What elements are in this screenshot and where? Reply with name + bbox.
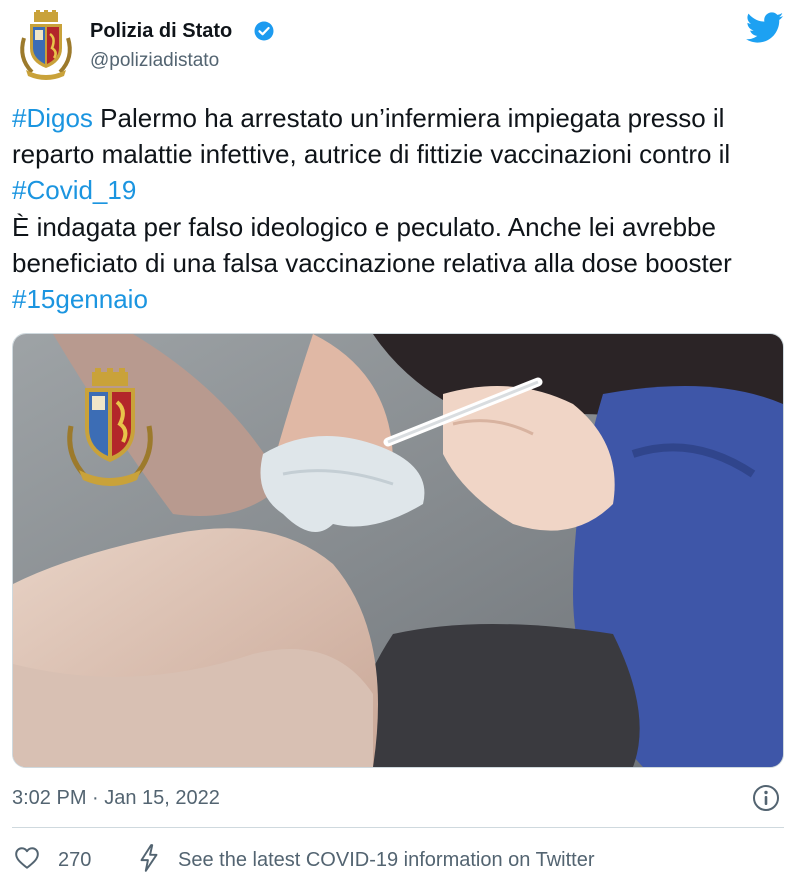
tweet-text-segment: È indagata per falso ideologico e pecula…: [12, 211, 732, 278]
twitter-bird-icon[interactable]: [745, 12, 784, 44]
tweet-timestamp[interactable]: 3:02 PM · Jan 15, 2022: [12, 785, 220, 811]
verified-badge-icon: [254, 21, 274, 41]
avatar[interactable]: [14, 8, 78, 80]
author-name[interactable]: Polizia di Stato: [90, 18, 232, 44]
polizia-crest-icon: [20, 10, 72, 80]
heart-icon[interactable]: [14, 845, 40, 871]
hashtag-15gennaio[interactable]: #15gennaio: [12, 284, 148, 314]
covid-info-link[interactable]: See the latest COVID-19 information on T…: [178, 847, 595, 873]
tweet-media-image[interactable]: [12, 333, 784, 768]
info-icon[interactable]: [752, 784, 780, 812]
tweet-text: #Digos Palermo ha arrestato un’infermier…: [12, 100, 792, 317]
author-handle[interactable]: @poliziadistato: [90, 49, 219, 73]
divider: [12, 827, 784, 828]
like-count[interactable]: 270: [58, 847, 91, 873]
tweet-text-segment: Palermo ha arrestato un’infermiera impie…: [12, 103, 731, 170]
hashtag-covid-19[interactable]: #Covid_19: [12, 175, 136, 205]
lightning-bolt-icon[interactable]: [136, 843, 162, 873]
hashtag-digos[interactable]: #Digos: [12, 103, 93, 133]
